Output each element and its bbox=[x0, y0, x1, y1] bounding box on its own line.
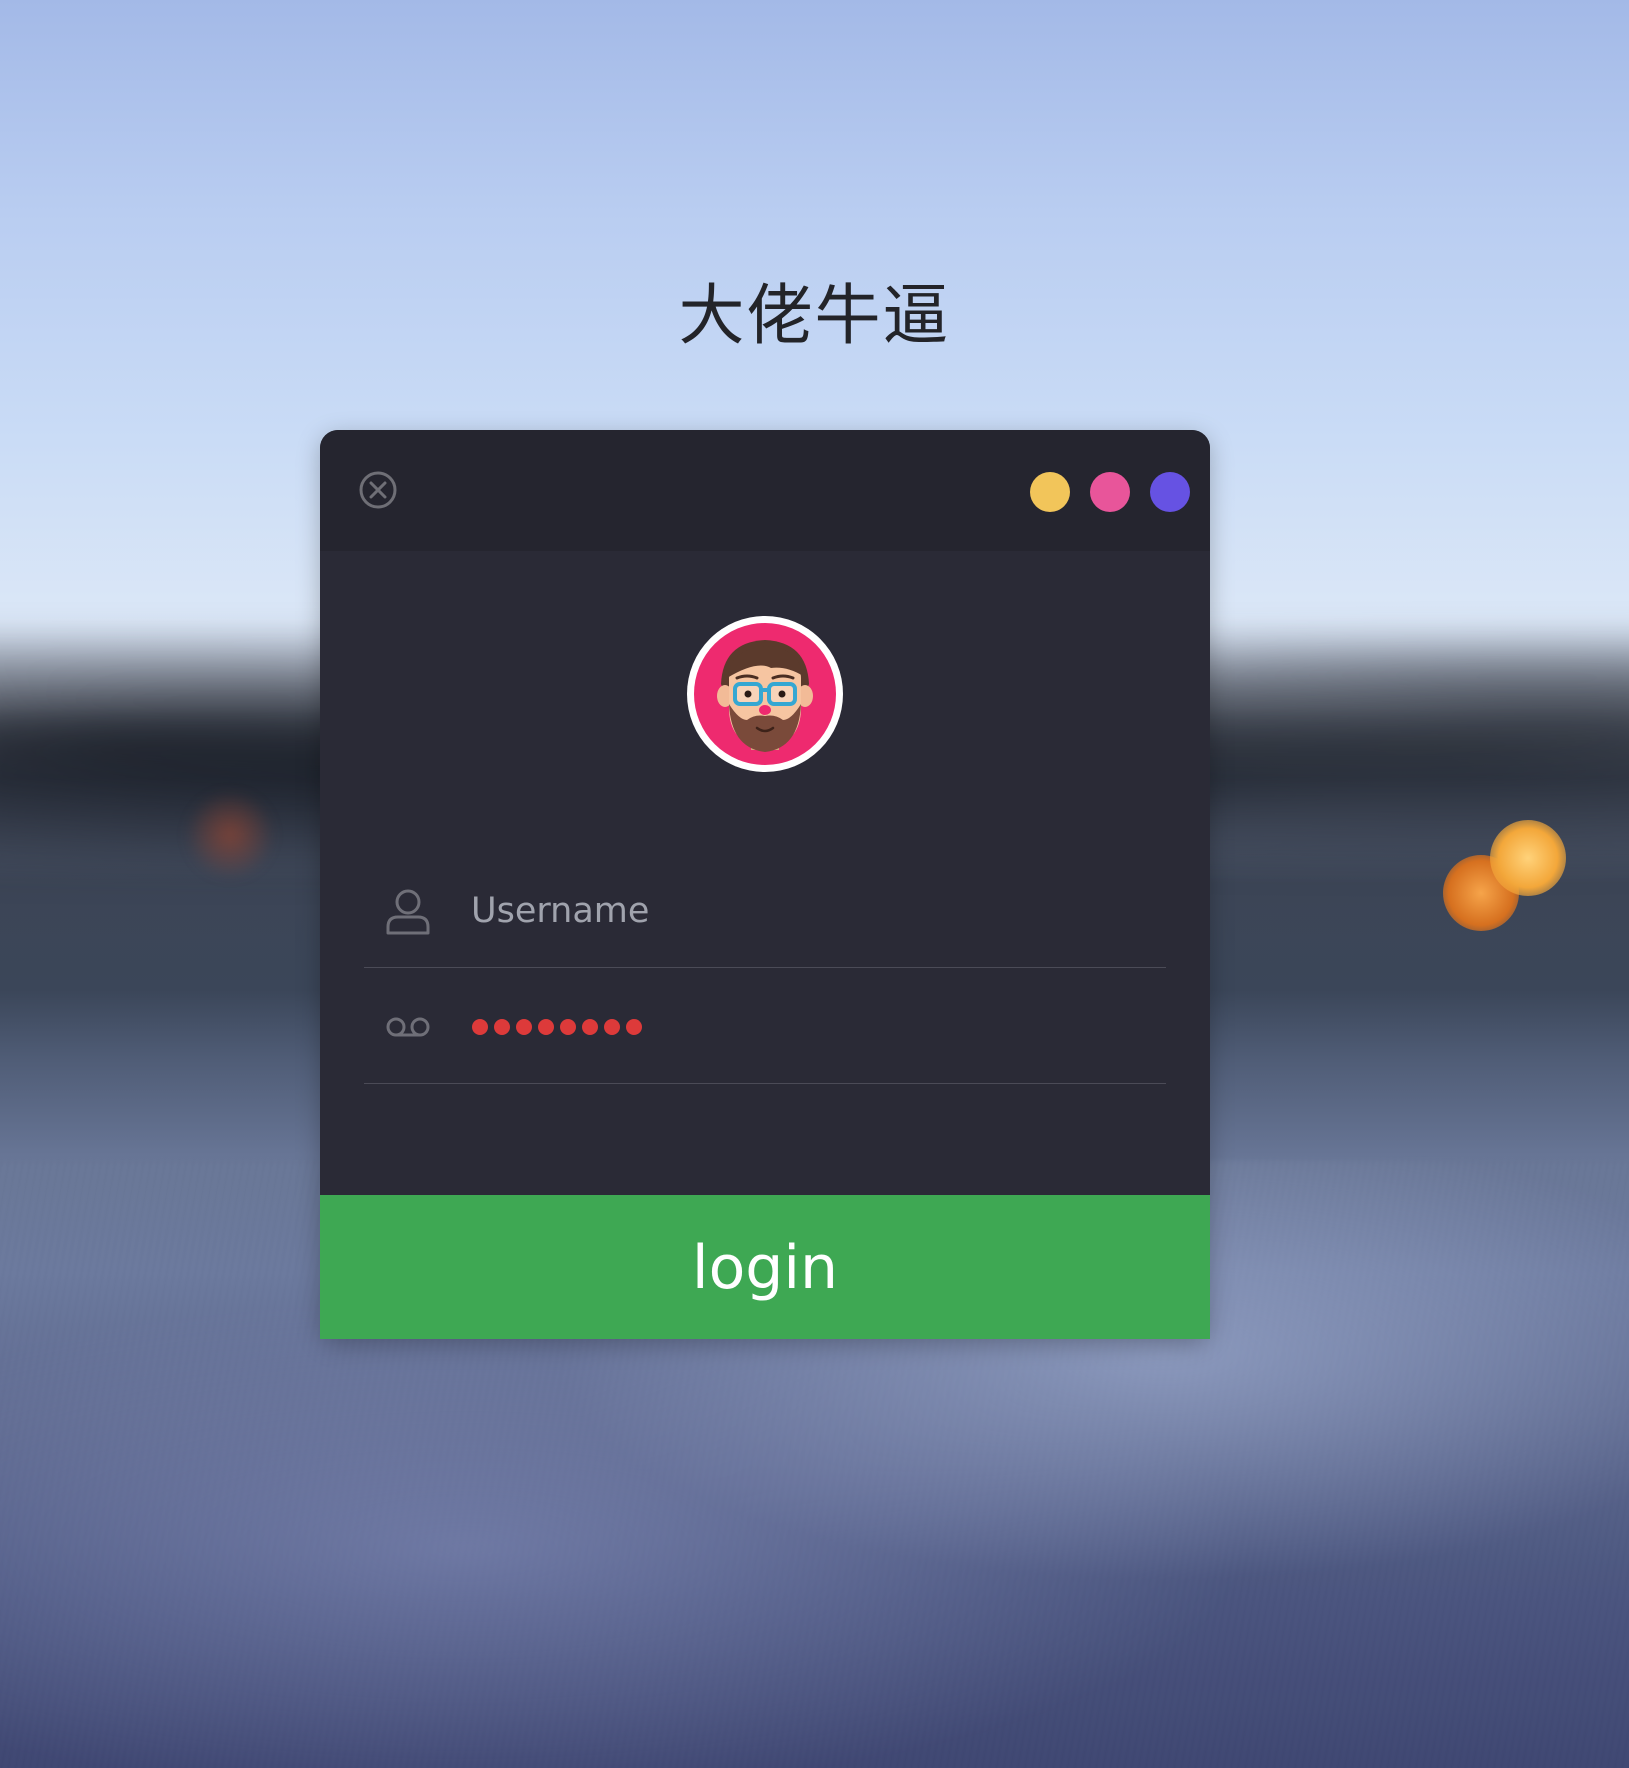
password-dot bbox=[472, 1019, 488, 1035]
window-dot-pink[interactable] bbox=[1090, 472, 1130, 512]
voicemail-icon bbox=[384, 1003, 432, 1051]
password-dot bbox=[494, 1019, 510, 1035]
password-masked-value bbox=[472, 1019, 642, 1035]
window-dot-purple[interactable] bbox=[1150, 472, 1190, 512]
password-dot bbox=[560, 1019, 576, 1035]
login-button[interactable]: login bbox=[320, 1195, 1210, 1339]
bokeh-light-yellow bbox=[1490, 820, 1566, 896]
bearded-man-avatar-icon bbox=[689, 618, 841, 770]
password-dot bbox=[604, 1019, 620, 1035]
card-header bbox=[320, 430, 1210, 551]
password-dot bbox=[516, 1019, 532, 1035]
avatar bbox=[687, 616, 843, 772]
password-dot bbox=[626, 1019, 642, 1035]
user-icon bbox=[384, 887, 432, 935]
bokeh-light-left bbox=[185, 790, 275, 880]
username-input[interactable]: Username bbox=[364, 851, 1166, 968]
window-dot-yellow[interactable] bbox=[1030, 472, 1070, 512]
username-placeholder: Username bbox=[471, 891, 650, 931]
close-icon[interactable] bbox=[358, 470, 398, 510]
page-title: 大佬牛逼 bbox=[678, 277, 951, 354]
window-dots bbox=[1030, 472, 1190, 512]
password-dot bbox=[538, 1019, 554, 1035]
password-dot bbox=[582, 1019, 598, 1035]
password-input[interactable] bbox=[364, 967, 1166, 1084]
